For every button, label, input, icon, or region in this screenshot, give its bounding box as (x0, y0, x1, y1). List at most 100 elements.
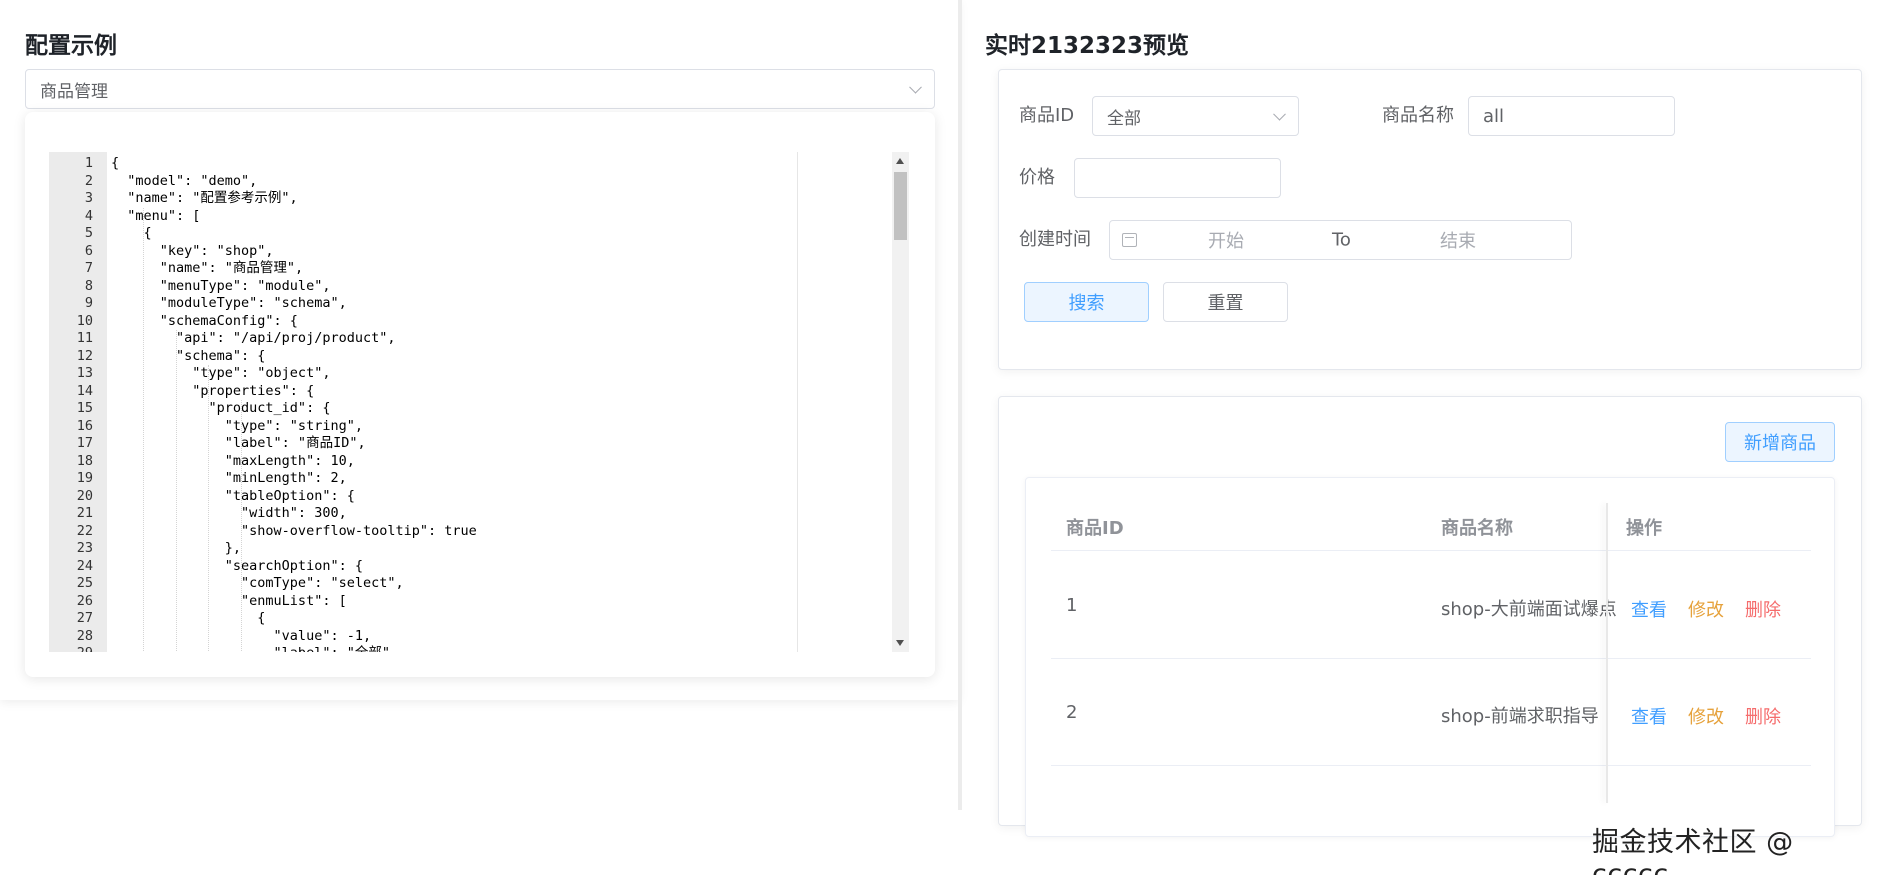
line-number: 20 (76, 487, 93, 504)
scroll-thumb[interactable] (894, 172, 907, 240)
view-link[interactable]: 查看 (1631, 703, 1667, 729)
code-text: "label": "全部", (111, 645, 399, 652)
code-text: "width": 300, (111, 505, 347, 521)
line-number: 26 (76, 592, 93, 609)
code-text: { (111, 610, 266, 626)
line-number: 23 (76, 540, 93, 556)
product-name-input-value: all (1483, 105, 1505, 127)
line-number: 2 (84, 172, 93, 189)
line-number: 4 (84, 207, 93, 224)
product-table: 商品ID 商品名称 操作 1 shop-大前端面试爆点 查看 修改 删除 2 s… (1025, 477, 1835, 837)
code-text: { (111, 155, 120, 171)
product-id-select-value: 全部 (1107, 108, 1141, 129)
line-number: 12 (76, 347, 93, 364)
line-number: 16 (76, 417, 93, 434)
delete-link[interactable]: 删除 (1745, 596, 1781, 622)
edit-link[interactable]: 修改 (1688, 703, 1724, 729)
search-form-card: 商品ID 全部 商品名称 all 价格 创建时间 开始 To 结束 搜索 重置 (998, 69, 1862, 370)
scroll-up-icon[interactable] (896, 158, 904, 164)
line-number: 5 (84, 225, 93, 241)
line-number: 25 (76, 575, 93, 591)
line-number: 10 (76, 312, 93, 329)
module-select[interactable]: 商品管理 (25, 69, 935, 109)
line-number: 17 (76, 435, 93, 451)
cell-product-id: 2 (1066, 702, 1078, 723)
editor-scrollbar[interactable] (892, 152, 909, 652)
line-number: 28 (76, 627, 93, 644)
chevron-down-icon (909, 80, 922, 94)
line-number: 27 (76, 610, 93, 626)
cell-product-name: shop-前端求职指导 (1441, 706, 1599, 727)
view-link[interactable]: 查看 (1631, 596, 1667, 622)
line-number: 29 (49, 645, 93, 652)
code-text: "comType": "select", (111, 575, 404, 591)
line-number: 19 (76, 470, 93, 486)
editor-card: 1 {2 "model": "demo", 3 "name": "配置参考示例", 4… (25, 112, 935, 677)
code-editor[interactable]: 1 {2 "model": "demo", 3 "name": "配置参考示例", 4… (49, 152, 909, 652)
date-range-picker[interactable]: 开始 To 结束 (1109, 220, 1572, 260)
line-number: 9 (84, 295, 93, 311)
config-panel: 配置示例 商品管理 1 {2 "model": "demo", 3 "name": … (0, 0, 959, 700)
indent-guide (208, 365, 210, 652)
line-number: 15 (76, 400, 93, 416)
reset-button[interactable]: 重置 (1163, 282, 1288, 322)
code-text: "properties": { (111, 382, 315, 399)
code-text: "name": "配置参考示例", (111, 190, 298, 206)
line-number: 13 (76, 365, 93, 381)
indent-guide (143, 207, 145, 652)
module-select-value: 商品管理 (40, 81, 108, 102)
code-text: "type": "string", (111, 417, 363, 434)
line-number: 18 (76, 452, 93, 469)
add-product-button[interactable]: 新增商品 (1725, 422, 1835, 462)
start-date-input[interactable]: 开始 (1208, 227, 1244, 253)
line-number: 24 (76, 557, 93, 574)
code-text: "minLength": 2, (111, 470, 347, 486)
line-number: 21 (76, 505, 93, 521)
code-text: "tableOption": { (111, 487, 355, 504)
price-label: 价格 (1019, 167, 1055, 188)
config-title: 配置示例 (25, 33, 117, 59)
code-text: "searchOption": { (111, 557, 363, 574)
edit-link[interactable]: 修改 (1688, 596, 1724, 622)
delete-link[interactable]: 删除 (1745, 703, 1781, 729)
code-text: "model": "demo", (111, 172, 258, 189)
cell-product-name: shop-大前端面试爆点 (1441, 599, 1617, 620)
code-text: "maxLength": 10, (111, 452, 355, 469)
code-text: "api": "/api/proj/product", (111, 330, 396, 346)
row-divider (1051, 765, 1811, 766)
fixed-column-divider (1606, 503, 1608, 803)
search-button[interactable]: 搜索 (1024, 282, 1149, 322)
code-text: "enmuList": [ (111, 592, 347, 609)
panel-divider[interactable] (958, 0, 962, 810)
code-text: "schemaConfig": { (111, 312, 298, 329)
chevron-down-icon (1273, 107, 1286, 121)
line-number: 7 (84, 260, 93, 276)
code-text: "show-overflow-tooltip": true (111, 522, 477, 539)
code-text: "schema": { (111, 347, 266, 364)
product-name-input[interactable]: all (1468, 96, 1675, 136)
indent-guide (175, 330, 177, 652)
product-name-label: 商品名称 (1382, 105, 1454, 126)
row-divider (1051, 658, 1811, 659)
created-time-label: 创建时间 (1019, 229, 1091, 250)
table-card: 新增商品 商品ID 商品名称 操作 1 shop-大前端面试爆点 查看 修改 删… (998, 396, 1862, 837)
preview-title: 实时2132323预览 (985, 33, 1190, 59)
range-separator: To (1332, 229, 1351, 251)
watermark: 掘金技术社区 @ ccccc__ (1592, 827, 1794, 875)
code-text: "key": "shop", (111, 242, 274, 259)
end-date-input[interactable]: 结束 (1440, 227, 1476, 253)
line-number: 6 (84, 242, 93, 259)
header-actions: 操作 (1626, 518, 1662, 539)
scroll-down-icon[interactable] (896, 640, 904, 646)
header-product-name: 商品名称 (1441, 518, 1513, 539)
print-margin (797, 152, 798, 652)
indent-guide (240, 400, 242, 652)
code-text: "name": "商品管理", (111, 260, 304, 276)
price-input[interactable] (1074, 158, 1281, 198)
line-number: 14 (76, 382, 93, 399)
product-id-select[interactable]: 全部 (1092, 96, 1299, 136)
code-text: "moduleType": "schema", (111, 295, 347, 311)
code-text: "menu": [ (111, 207, 201, 224)
cell-product-id: 1 (1066, 595, 1078, 616)
code-text: { (111, 225, 152, 241)
